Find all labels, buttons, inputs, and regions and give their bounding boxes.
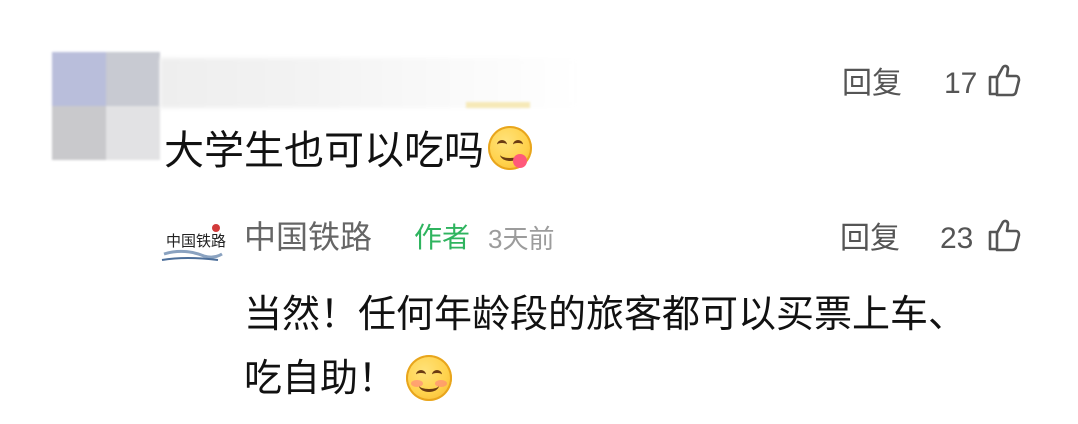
comment-text-body: 大学生也可以吃吗: [164, 128, 484, 174]
reply-timestamp: 3天前: [488, 224, 555, 254]
author-tag: 作者: [414, 221, 471, 254]
smile-emoji-icon: [406, 355, 453, 401]
svg-text:中国铁路: 中国铁路: [166, 232, 226, 250]
commenter-name-blurred: [160, 58, 580, 108]
reply-text-line-1: 当然！任何年龄段的旅客都可以买票上车、: [244, 292, 967, 336]
reply-text-line-2: 吃自助！: [244, 356, 397, 400]
railway-logo[interactable]: 中国铁路: [158, 218, 228, 266]
comment-text: 大学生也可以吃吗: [164, 122, 484, 180]
reply-button[interactable]: 回复: [842, 64, 902, 104]
thumbs-up-icon[interactable]: [986, 62, 1022, 98]
like-count: 17: [944, 67, 978, 100]
reply-button-2[interactable]: 回复: [840, 219, 900, 259]
yum-emoji-icon: [488, 126, 532, 170]
commenter-avatar-blurred[interactable]: [52, 52, 160, 160]
reply-author-name[interactable]: 中国铁路: [244, 217, 372, 257]
commenter-badge-blurred: [466, 102, 530, 108]
reply-text: 当然！任何年龄段的旅客都可以买票上车、 吃自助！: [244, 282, 1034, 410]
thumbs-up-icon[interactable]: [986, 217, 1022, 253]
like-count-2: 23: [940, 222, 974, 255]
